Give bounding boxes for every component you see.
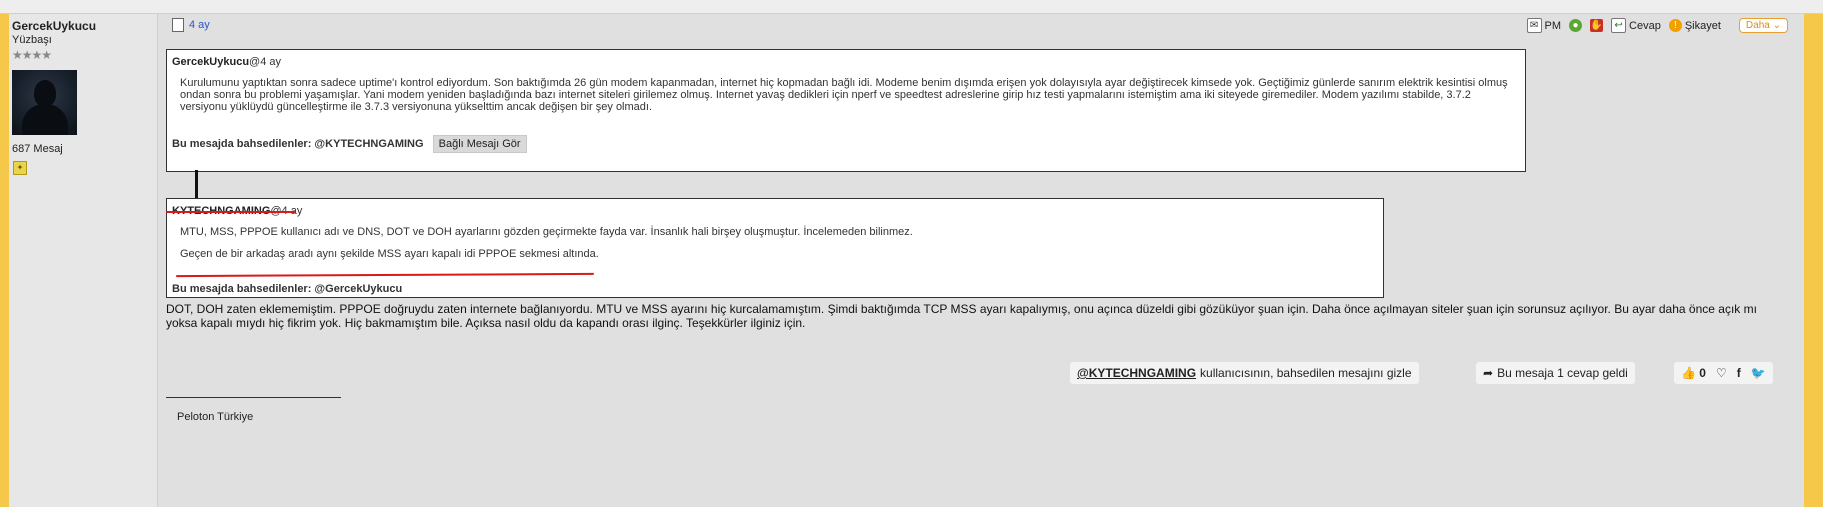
author-sidebar: GercekUykucu Yüzbaşı ★★★★ 687 Mesaj ✦ (9, 14, 158, 507)
reply-label: Cevap (1629, 19, 1661, 32)
quote-time: @4 ay (249, 56, 282, 68)
avatar-body (22, 104, 68, 135)
quote-author[interactable]: GercekUykucu (172, 56, 249, 68)
signature: Peloton Türkiye (177, 411, 254, 423)
mention-user[interactable]: @KYTECHNGAMING (1077, 366, 1196, 380)
medal-icon: ✦ (13, 161, 27, 175)
pm-icon: ✉ (1526, 18, 1542, 33)
more-button[interactable]: Daha ⌄ (1738, 18, 1788, 33)
quote-line-1: MTU, MSS, PPPOE kullanıcı adı ve DNS, DO… (180, 226, 913, 238)
quote-line-2: Geçen de bir arkadaş aradı aynı şekilde … (180, 248, 599, 260)
signature-divider (166, 397, 341, 398)
quote-body: MTU, MSS, PPPOE kullanıcı adı ve DNS, DO… (180, 226, 913, 270)
heart-icon[interactable]: ♡ (1716, 366, 1727, 380)
reply-icon: ↩ (1611, 18, 1627, 33)
document-icon (172, 18, 184, 32)
quote-header: GercekUykucu@4 ay (172, 56, 281, 68)
reply-count-button[interactable]: ➦ Bu mesaja 1 cevap geldi (1476, 362, 1635, 384)
author-rank: Yüzbaşı (12, 34, 52, 46)
post-toolbar: ✉ PM ● ✋ ↩ Cevap ! Şikayet Daha ⌄ (1526, 18, 1788, 33)
mentions-text: Bu mesajda bahsedilenler: @KYTECHNGAMING (172, 138, 424, 150)
quote-connector (195, 170, 198, 198)
view-linked-message-button[interactable]: Bağlı Mesajı Gör (432, 135, 527, 153)
top-strip (0, 0, 1823, 14)
avatar[interactable] (12, 70, 77, 135)
post-body: DOT, DOH zaten eklememiştim. PPPOE doğru… (166, 302, 1757, 330)
like-button[interactable]: 👍 0 (1681, 366, 1706, 380)
report-icon: ! (1668, 19, 1682, 32)
report-button[interactable]: ! Şikayet (1668, 19, 1721, 32)
quote-kytechngaming: KYTECHNGAMING@4 ay MTU, MSS, PPPOE kulla… (166, 198, 1384, 298)
twitter-icon[interactable]: 🐦 (1751, 366, 1766, 380)
report-label: Şikayet (1684, 19, 1721, 32)
quote-gercekuykucu: GercekUykucu@4 ay Kurulumunu yaptıktan s… (166, 49, 1526, 172)
post-main: 4 ay ✉ PM ● ✋ ↩ Cevap ! Şikayet Daha ⌄ G… (158, 14, 1804, 507)
red-underline-header (166, 211, 296, 213)
thumbs-up-icon: 👍 (1681, 366, 1696, 380)
reply-count-text: Bu mesaja 1 cevap geldi (1497, 366, 1628, 380)
reply-button[interactable]: ↩ Cevap (1611, 18, 1661, 33)
hand-icon[interactable]: ✋ (1590, 19, 1604, 32)
author-username[interactable]: GercekUykucu (12, 19, 96, 33)
quote-mentions: Bu mesajda bahsedilenler: @KYTECHNGAMING… (172, 135, 527, 153)
reaction-bar: 👍 0 ♡ f 🐦 (1674, 362, 1773, 384)
chevron-down-icon: ⌄ (1772, 20, 1781, 31)
pm-label: PM (1544, 19, 1562, 32)
more-label: Daha (1745, 20, 1770, 31)
hide-mention-button[interactable]: @KYTECHNGAMING kullanıcısının, bahsedile… (1070, 362, 1419, 384)
quote-body: Kurulumunu yaptıktan sonra sadece uptime… (180, 77, 1508, 113)
hide-mention-text: kullanıcısının, bahsedilen mesajını gizl… (1200, 366, 1412, 380)
facebook-icon[interactable]: f (1737, 366, 1741, 380)
quote-mentions: Bu mesajda bahsedilenler: @GercekUykucu (172, 283, 403, 295)
message-count: 687 Mesaj (12, 143, 63, 155)
avatar-hood (34, 80, 56, 106)
pm-button[interactable]: ✉ PM (1526, 18, 1562, 33)
like-count: 0 (1699, 366, 1706, 380)
share-arrow-icon: ➦ (1483, 366, 1494, 380)
user-icon[interactable]: ● (1569, 19, 1583, 32)
post-time-link[interactable]: 4 ay (189, 19, 210, 31)
rank-stars: ★★★★ (12, 48, 52, 62)
